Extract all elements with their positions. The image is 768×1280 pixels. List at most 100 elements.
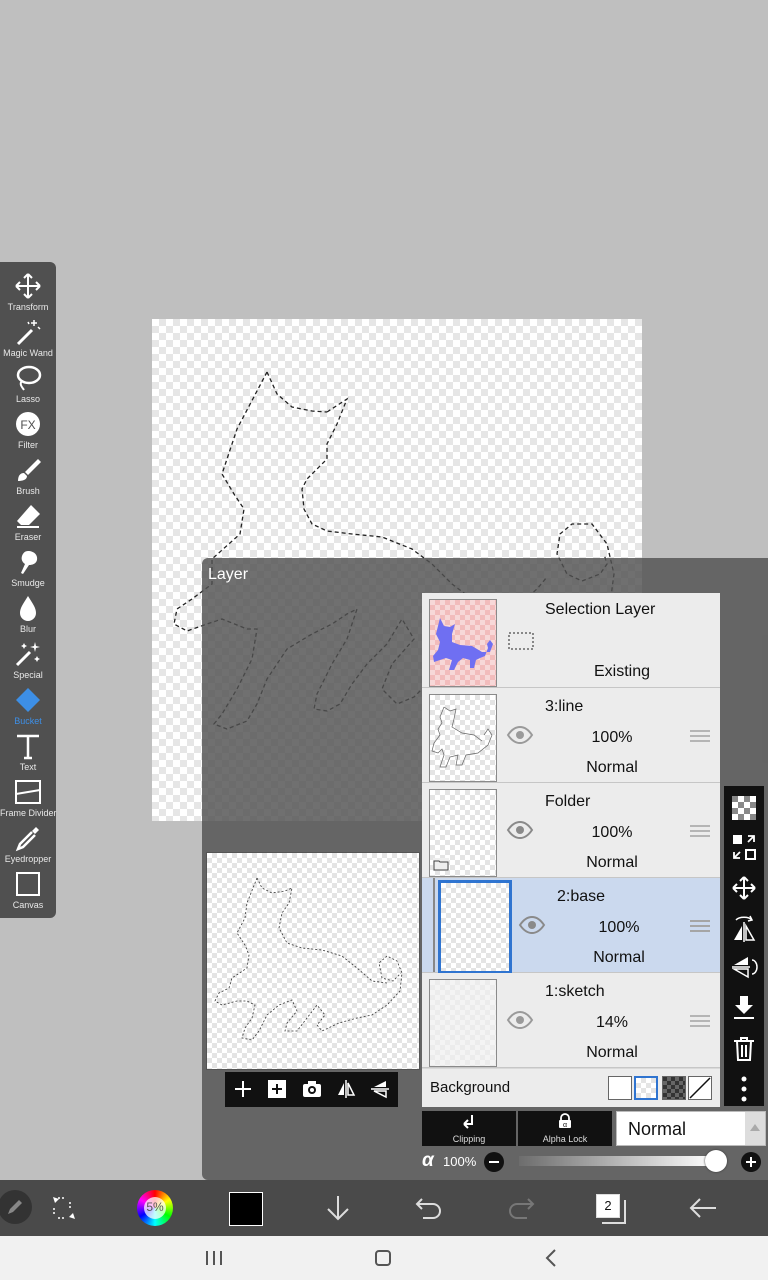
nav-back-icon[interactable] <box>543 1248 559 1268</box>
color-wheel-button[interactable]: 5% <box>137 1190 173 1226</box>
arrow-down-icon[interactable] <box>325 1194 351 1222</box>
back-arrow-icon[interactable] <box>688 1196 718 1220</box>
opacity-slider[interactable] <box>519 1150 727 1172</box>
layer-row-selected[interactable]: 2:base 100% Normal <box>422 878 720 974</box>
eye-visibility-icon[interactable] <box>506 821 534 839</box>
special-sparkle-icon <box>15 642 40 667</box>
layer-name: 2:base <box>557 888 606 905</box>
flip-horizontal-icon[interactable] <box>732 914 756 942</box>
layers-button[interactable]: 2 <box>596 1194 626 1224</box>
canvas-icon <box>16 872 40 896</box>
alpha-lock-button[interactable]: α Alpha Lock <box>518 1111 612 1146</box>
tool-label: Eyedropper <box>4 854 52 864</box>
checker-transparency-icon[interactable] <box>732 796 756 820</box>
layer-blend-mode: Normal <box>593 949 645 966</box>
tool-transform[interactable]: Transform <box>0 270 56 316</box>
tool-bucket[interactable]: Bucket <box>0 684 56 730</box>
selection-status: Existing <box>593 663 651 680</box>
tool-frame-divider[interactable]: Frame Divider <box>0 776 57 822</box>
redo-icon[interactable] <box>506 1196 536 1220</box>
eyedropper-icon <box>15 827 39 852</box>
selection-marquee-icon <box>508 632 534 650</box>
plus-icon[interactable] <box>740 1151 762 1173</box>
layer-count-badge: 2 <box>596 1194 620 1218</box>
tool-label: Bucket <box>14 716 42 726</box>
tool-smudge[interactable]: Smudge <box>0 546 56 592</box>
brush-icon <box>18 459 41 481</box>
background-row: Background <box>422 1069 720 1107</box>
tool-lasso[interactable]: Lasso <box>0 362 56 408</box>
tool-canvas[interactable]: Canvas <box>0 868 56 914</box>
more-options-icon[interactable] <box>732 1076 756 1102</box>
delete-trash-icon[interactable] <box>732 1036 756 1062</box>
layer-opacity: 14% <box>595 1014 629 1031</box>
blend-mode-select[interactable]: Normal <box>616 1111 766 1146</box>
background-label: Background <box>430 1079 511 1096</box>
frame-divider-icon <box>15 780 41 804</box>
flip-vertical-icon[interactable] <box>370 1079 390 1099</box>
add-layer-copy-icon[interactable] <box>267 1079 287 1099</box>
home-icon[interactable] <box>374 1249 392 1267</box>
tool-label: Eraser <box>14 532 42 542</box>
current-color-swatch[interactable] <box>229 1192 263 1226</box>
drag-handle-icon[interactable] <box>690 823 710 839</box>
tool-special[interactable]: Special <box>0 638 56 684</box>
svg-text:α: α <box>563 1122 567 1129</box>
drag-handle-icon[interactable] <box>690 1013 710 1029</box>
camera-icon[interactable] <box>302 1079 322 1099</box>
blur-drop-icon <box>20 596 36 621</box>
layer-row[interactable]: Folder 100% Normal <box>422 783 720 878</box>
smudge-icon <box>21 551 38 574</box>
tool-label: Frame Divider <box>0 808 57 818</box>
tool-eraser[interactable]: Eraser <box>0 500 56 546</box>
background-none-option[interactable] <box>688 1076 712 1100</box>
undo-icon[interactable] <box>414 1196 444 1220</box>
drag-handle-icon[interactable] <box>690 918 710 934</box>
background-dark-option[interactable] <box>662 1076 686 1100</box>
flip-horizontal-icon[interactable] <box>336 1079 356 1099</box>
layer-panel: Layer Selection Layer Existing 3:line 10… <box>202 558 768 1180</box>
tool-blur[interactable]: Blur <box>0 592 56 638</box>
eye-visibility-icon[interactable] <box>506 1011 534 1029</box>
recent-apps-icon[interactable] <box>204 1250 224 1266</box>
tool-brush[interactable]: Brush <box>0 454 56 500</box>
minus-icon[interactable] <box>483 1151 505 1173</box>
svg-text:FX: FX <box>20 418 35 432</box>
dropdown-arrow-icon <box>745 1112 765 1145</box>
alpha-lock-icon: α <box>559 1113 571 1129</box>
tool-label: Canvas <box>12 900 44 910</box>
tool-text[interactable]: Text <box>0 730 56 776</box>
layer-row[interactable]: 3:line 100% Normal <box>422 688 720 783</box>
tool-label: Filter <box>18 440 38 450</box>
tool-filter[interactable]: FX Filter <box>0 408 56 454</box>
background-white-option[interactable] <box>608 1076 632 1100</box>
eye-visibility-icon[interactable] <box>506 726 534 744</box>
transform-selection-icon[interactable] <box>50 1194 78 1222</box>
clipping-button[interactable]: Clipping <box>422 1111 516 1146</box>
layer-name: 1:sketch <box>545 983 605 1000</box>
selection-layer-row[interactable]: Selection Layer Existing <box>422 593 720 688</box>
tool-label: Transform <box>7 302 49 312</box>
move-arrows-icon[interactable] <box>732 876 756 900</box>
layer-transfer-icon[interactable] <box>732 834 756 860</box>
add-layer-icon[interactable] <box>233 1079 253 1099</box>
tool-eyedropper[interactable]: Eyedropper <box>0 822 56 868</box>
opacity-slider-thumb[interactable] <box>705 1150 727 1172</box>
brush-menu-button[interactable] <box>0 1190 32 1224</box>
merge-down-icon[interactable] <box>732 994 756 1022</box>
tool-label: Magic Wand <box>3 348 53 358</box>
drag-handle-icon[interactable] <box>690 728 710 744</box>
eye-visibility-icon[interactable] <box>518 916 546 934</box>
flip-vertical-icon[interactable] <box>732 954 758 980</box>
tool-label: Lasso <box>15 394 41 404</box>
layer-side-tools <box>724 786 764 1106</box>
folder-icon <box>433 858 449 871</box>
tool-magic-wand[interactable]: Magic Wand <box>0 316 56 362</box>
layer-opacity: 100% <box>598 919 640 936</box>
layer-thumbnail <box>429 694 497 782</box>
background-transparent-option[interactable] <box>634 1076 658 1100</box>
layer-row[interactable]: 1:sketch 14% Normal <box>422 973 720 1068</box>
layer-thumbnail <box>438 880 512 974</box>
layer-thumbnail <box>429 599 497 687</box>
system-navigation-bar <box>0 1236 768 1280</box>
